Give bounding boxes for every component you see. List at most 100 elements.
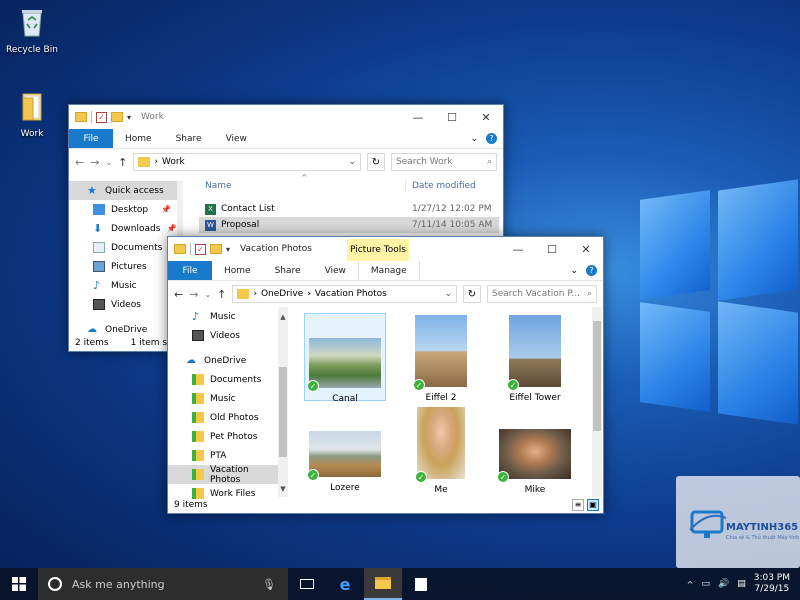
scroll-up-icon[interactable]: ▲ — [278, 313, 288, 321]
search-input[interactable]: Search Vacation P... ⌕ — [487, 285, 597, 303]
nav-item-quick-access[interactable]: ★ Quick access — [69, 181, 177, 200]
nav-item-pta[interactable]: PTA — [168, 446, 278, 465]
forward-button[interactable]: → — [90, 156, 99, 169]
chevron-down-icon[interactable]: ⌄ — [444, 289, 452, 299]
nav-item-music[interactable]: ♪ Music — [69, 276, 177, 295]
properties-icon[interactable]: ✓ — [195, 243, 206, 255]
context-tab-picture-tools: Picture Tools — [347, 239, 409, 261]
close-button[interactable]: ✕ — [569, 237, 603, 261]
file-row[interactable]: X Contact List 1/27/12 12:02 PM — [199, 201, 499, 217]
customize-toolbar-icon[interactable]: ▾ — [226, 245, 230, 254]
nav-item-videos[interactable]: Videos — [69, 295, 177, 314]
tab-view[interactable]: View — [214, 129, 259, 148]
nav-item-onedrive[interactable]: ☁ OneDrive — [168, 351, 278, 370]
photo-item-canal[interactable]: ✓ Canal — [304, 313, 386, 404]
new-folder-icon[interactable] — [111, 112, 123, 122]
photo-item-eiffel-tower[interactable]: ✓ Eiffel Tower — [494, 313, 576, 403]
network-icon[interactable]: ▭ — [701, 579, 710, 589]
up-button[interactable]: ↑ — [217, 288, 226, 301]
column-date[interactable]: Date modified — [405, 181, 476, 191]
up-button[interactable]: ↑ — [118, 156, 127, 169]
store-button[interactable] — [402, 568, 440, 600]
nav-item-music[interactable]: Music — [168, 389, 278, 408]
edge-button[interactable]: e — [326, 568, 364, 600]
recent-locations-icon[interactable]: ⌄ — [204, 290, 211, 299]
folder-icon — [138, 157, 151, 167]
photo-item-mike[interactable]: ✓ Mike — [494, 407, 576, 495]
forward-button[interactable]: → — [189, 288, 198, 301]
file-tab[interactable]: File — [69, 129, 113, 148]
refresh-button[interactable]: ↻ — [463, 285, 481, 303]
photo-item-eiffel-2[interactable]: ✓ Eiffel 2 — [400, 313, 482, 403]
expand-ribbon-icon[interactable]: ⌄ — [470, 134, 478, 144]
title-bar[interactable]: ✓ ▾ Vacation Photos Picture Tools — ☐ ✕ — [168, 237, 603, 261]
maximize-button[interactable]: ☐ — [535, 237, 569, 261]
nav-item-videos[interactable]: Videos — [168, 326, 278, 345]
address-segment[interactable]: Work — [162, 157, 185, 167]
tab-share[interactable]: Share — [164, 129, 214, 148]
address-segment[interactable]: Vacation Photos — [315, 289, 387, 299]
scrollbar-thumb[interactable] — [279, 367, 287, 457]
cortana-circle-icon — [48, 577, 62, 591]
expand-ribbon-icon[interactable]: ⌄ — [570, 266, 578, 276]
photo-item-me[interactable]: ✓ Me — [400, 407, 482, 495]
minimize-button[interactable]: — — [401, 105, 435, 129]
tab-home[interactable]: Home — [113, 129, 164, 148]
minimize-button[interactable]: — — [501, 237, 535, 261]
title-bar[interactable]: ✓ ▾ Work — ☐ ✕ — [69, 105, 503, 129]
nav-item-documents[interactable]: Documents — [168, 370, 278, 389]
refresh-button[interactable]: ↻ — [367, 153, 385, 171]
nav-item-documents[interactable]: Documents — [69, 238, 177, 257]
large-icons-view-icon[interactable]: ▣ — [587, 499, 599, 511]
desktop-icon-work[interactable]: Work — [2, 90, 62, 139]
nav-item-vacation-photos[interactable]: Vacation Photos — [168, 465, 278, 485]
content-scrollbar[interactable] — [592, 307, 602, 497]
action-center-icon[interactable]: ▤ — [737, 579, 746, 589]
microphone-icon[interactable]: 🎙 — [262, 578, 276, 591]
tab-home[interactable]: Home — [212, 261, 263, 280]
customize-toolbar-icon[interactable]: ▾ — [127, 113, 131, 122]
nav-item-old-photos[interactable]: Old Photos — [168, 408, 278, 427]
tab-manage[interactable]: Manage — [357, 261, 420, 280]
tab-view[interactable]: View — [313, 261, 358, 280]
chevron-down-icon[interactable]: ⌄ — [348, 157, 356, 167]
photo-item-lozere[interactable]: ✓ Lozere — [304, 407, 386, 495]
tab-share[interactable]: Share — [263, 261, 313, 280]
nav-item-desktop[interactable]: Desktop 📌 — [69, 200, 177, 219]
column-name[interactable]: Name — [199, 181, 405, 191]
volume-icon[interactable]: 🔊 — [718, 579, 729, 589]
nav-scrollbar[interactable]: ▲ ▼ — [278, 307, 288, 497]
clock[interactable]: 3:03 PM 7/29/15 — [754, 573, 790, 595]
address-bar[interactable]: › Work ⌄ — [133, 153, 361, 171]
start-button[interactable] — [0, 568, 38, 600]
back-button[interactable]: ← — [75, 156, 84, 169]
file-explorer-icon — [375, 577, 391, 589]
address-segment[interactable]: OneDrive — [261, 289, 303, 299]
scroll-down-icon[interactable]: ▼ — [278, 485, 288, 493]
file-explorer-button[interactable] — [364, 568, 402, 600]
close-button[interactable]: ✕ — [469, 105, 503, 129]
nav-item-music[interactable]: ♪ Music — [168, 307, 278, 326]
help-icon[interactable]: ? — [586, 265, 597, 276]
cortana-search-box[interactable]: Ask me anything 🎙 — [38, 568, 288, 600]
address-bar[interactable]: › OneDrive › Vacation Photos ⌄ — [232, 285, 457, 303]
nav-item-pet-photos[interactable]: Pet Photos — [168, 427, 278, 446]
details-view-icon[interactable]: ≡ — [572, 499, 584, 511]
help-icon[interactable]: ? — [486, 133, 497, 144]
nav-item-pictures[interactable]: Pictures — [69, 257, 177, 276]
nav-item-downloads[interactable]: ⬇ Downloads 📌 — [69, 219, 177, 238]
task-view-button[interactable] — [288, 568, 326, 600]
show-hidden-icons-icon[interactable]: ^ — [687, 580, 694, 589]
file-row[interactable]: W Proposal 7/11/14 10:05 AM — [199, 217, 499, 233]
maximize-button[interactable]: ☐ — [435, 105, 469, 129]
file-tab[interactable]: File — [168, 261, 212, 280]
recent-locations-icon[interactable]: ⌄ — [105, 158, 112, 167]
view-switcher: ≡ ▣ — [572, 499, 599, 511]
search-input[interactable]: Search Work ⌕ — [391, 153, 497, 171]
scrollbar-thumb[interactable] — [593, 321, 601, 431]
properties-icon[interactable]: ✓ — [96, 111, 107, 123]
nav-item-onedrive[interactable]: ☁ OneDrive — [69, 320, 177, 339]
back-button[interactable]: ← — [174, 288, 183, 301]
desktop-icon-recycle-bin[interactable]: Recycle Bin — [2, 6, 62, 55]
new-folder-icon[interactable] — [210, 244, 222, 254]
